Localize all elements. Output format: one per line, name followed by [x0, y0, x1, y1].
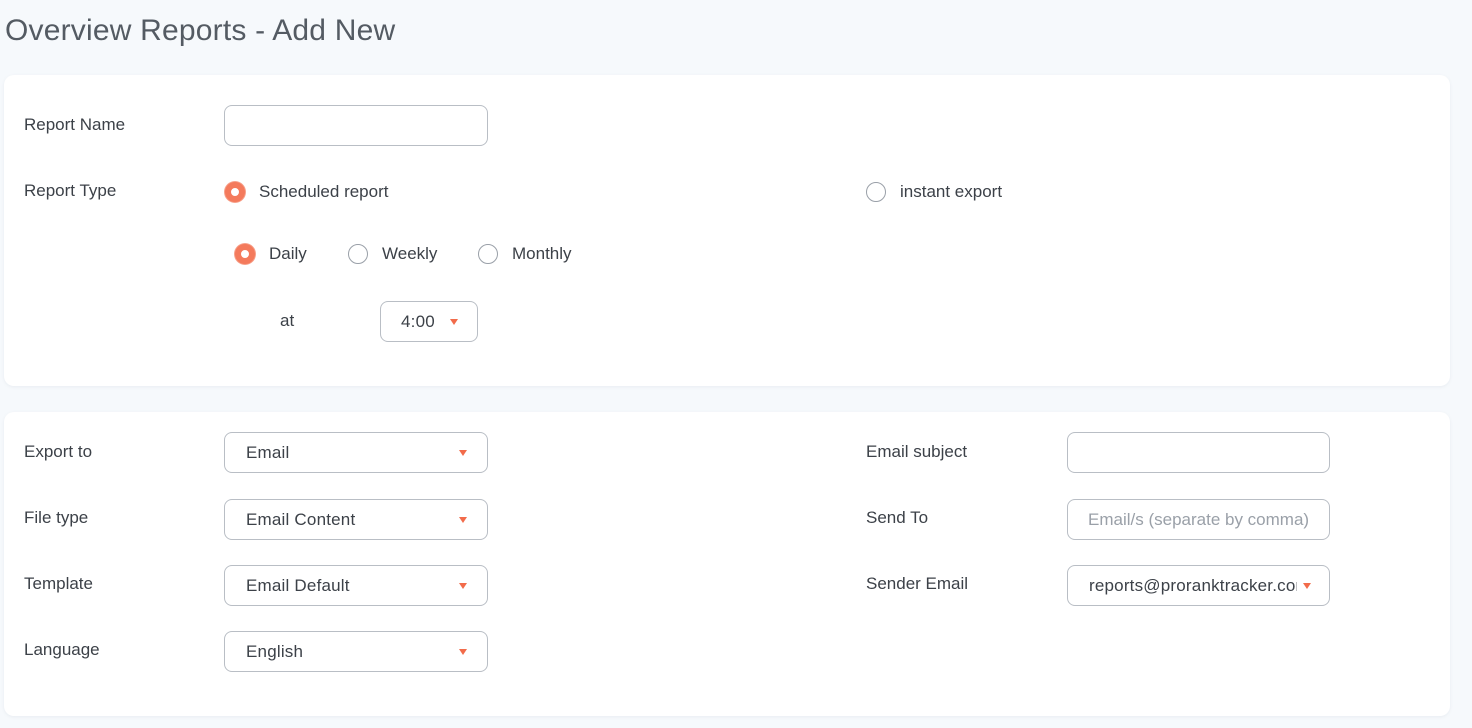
radio-button-icon — [478, 244, 498, 264]
caret-down-icon — [459, 648, 467, 655]
frequency-monthly-radio[interactable]: Monthly — [478, 244, 572, 264]
frequency-daily-label: Daily — [269, 244, 307, 263]
file-type-select[interactable]: Email Content — [224, 499, 488, 540]
radio-button-icon — [348, 244, 368, 264]
file-type-value: Email Content — [246, 509, 356, 529]
export-to-select[interactable]: Email — [224, 432, 488, 473]
caret-down-icon — [459, 449, 467, 456]
sender-email-select[interactable]: reports@proranktracker.com — [1067, 565, 1330, 606]
caret-down-icon — [459, 582, 467, 589]
template-value: Email Default — [246, 575, 350, 595]
scheduled-report-radio[interactable]: Scheduled report — [225, 182, 388, 202]
export-to-value: Email — [246, 442, 290, 462]
radio-button-icon — [235, 244, 255, 264]
send-to-input[interactable] — [1067, 499, 1330, 540]
instant-export-label: instant export — [900, 182, 1003, 201]
report-name-input[interactable] — [224, 105, 488, 146]
report-settings-card: Report Name Report Type Scheduled report… — [4, 75, 1450, 386]
radio-button-icon — [225, 182, 245, 202]
page-title: Overview Reports - Add New — [5, 14, 396, 47]
time-select[interactable]: 4:00 — [380, 301, 478, 342]
email-subject-input[interactable] — [1067, 432, 1330, 473]
caret-down-icon — [459, 516, 467, 523]
frequency-daily-radio[interactable]: Daily — [235, 244, 307, 264]
scheduled-report-label: Scheduled report — [259, 182, 389, 201]
sender-email-label: Sender Email — [866, 574, 969, 593]
caret-down-icon — [450, 318, 458, 325]
at-label: at — [280, 311, 295, 330]
radio-button-icon — [866, 182, 886, 202]
sender-email-value: reports@proranktracker.com — [1089, 575, 1297, 595]
language-label: Language — [24, 640, 100, 659]
template-select[interactable]: Email Default — [224, 565, 488, 606]
language-value: English — [246, 641, 304, 661]
frequency-weekly-radio[interactable]: Weekly — [348, 244, 437, 264]
time-select-value: 4:00 — [401, 311, 435, 331]
export-to-label: Export to — [24, 442, 93, 461]
frequency-monthly-label: Monthly — [512, 244, 572, 263]
report-name-label: Report Name — [24, 115, 126, 134]
instant-export-radio[interactable]: instant export — [866, 182, 1002, 202]
export-settings-card: Export to Email File type Email Content … — [4, 412, 1450, 716]
report-type-label: Report Type — [24, 181, 117, 200]
caret-down-icon — [1303, 582, 1311, 589]
send-to-label: Send To — [866, 508, 929, 527]
template-label: Template — [24, 574, 93, 593]
frequency-weekly-label: Weekly — [382, 244, 438, 263]
email-subject-label: Email subject — [866, 442, 968, 461]
language-select[interactable]: English — [224, 631, 488, 672]
file-type-label: File type — [24, 508, 89, 527]
